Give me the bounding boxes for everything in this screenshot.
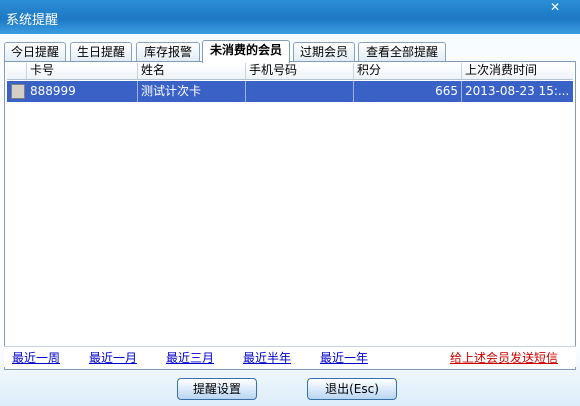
header-last-consume[interactable]: 上次消费时间 [462, 63, 573, 79]
tab-panel: 卡号 姓名 手机号码 积分 上次消费时间 888999 测试计次卡 665 20… [4, 61, 576, 370]
link-last-year[interactable]: 最近一年 [320, 349, 368, 366]
tab-view-all[interactable]: 查看全部提醒 [358, 42, 446, 61]
window-title: 系统提醒 [6, 13, 59, 28]
cell-points[interactable]: 665 [354, 81, 462, 102]
tab-expired-members[interactable]: 过期会员 [293, 42, 355, 61]
tab-birthday[interactable]: 生日提醒 [70, 42, 132, 61]
header-card-no[interactable]: 卡号 [27, 63, 138, 79]
table-row[interactable]: 888999 测试计次卡 665 2013-08-23 15:... [7, 81, 573, 102]
tab-stock-alert[interactable]: 库存报警 [136, 42, 200, 61]
row-indicator[interactable] [11, 84, 25, 99]
table-header: 卡号 姓名 手机号码 积分 上次消费时间 [7, 63, 573, 80]
link-last-half-year[interactable]: 最近半年 [243, 349, 291, 366]
cell-card-no[interactable]: 888999 [27, 81, 138, 102]
client-area: 今日提醒 生日提醒 库存报警 未消费的会员 过期会员 查看全部提醒 卡号 姓名 … [0, 34, 580, 406]
send-sms-link[interactable]: 给上述会员发送短信 [450, 349, 558, 366]
cell-phone[interactable] [246, 81, 354, 102]
cell-name[interactable]: 测试计次卡 [138, 81, 246, 102]
link-last-month[interactable]: 最近一月 [89, 349, 137, 366]
cell-last-consume[interactable]: 2013-08-23 15:... [462, 81, 573, 102]
link-last-three-months[interactable]: 最近三月 [166, 349, 214, 366]
range-links-bar: 最近一周 最近一月 最近三月 最近半年 最近一年 给上述会员发送短信 [4, 346, 576, 367]
header-points[interactable]: 积分 [354, 63, 462, 79]
tab-today[interactable]: 今日提醒 [4, 42, 66, 61]
reminder-settings-button[interactable]: 提醒设置 [177, 378, 257, 400]
tab-inactive-members[interactable]: 未消费的会员 [202, 40, 290, 63]
header-name[interactable]: 姓名 [138, 63, 246, 79]
header-indicator [7, 63, 27, 79]
header-phone[interactable]: 手机号码 [246, 63, 354, 79]
title-bar: 系统提醒 ✕ [0, 0, 580, 34]
exit-button[interactable]: 退出(Esc) [307, 378, 397, 400]
close-icon[interactable]: ✕ [548, 1, 562, 13]
link-last-week[interactable]: 最近一周 [12, 349, 60, 366]
